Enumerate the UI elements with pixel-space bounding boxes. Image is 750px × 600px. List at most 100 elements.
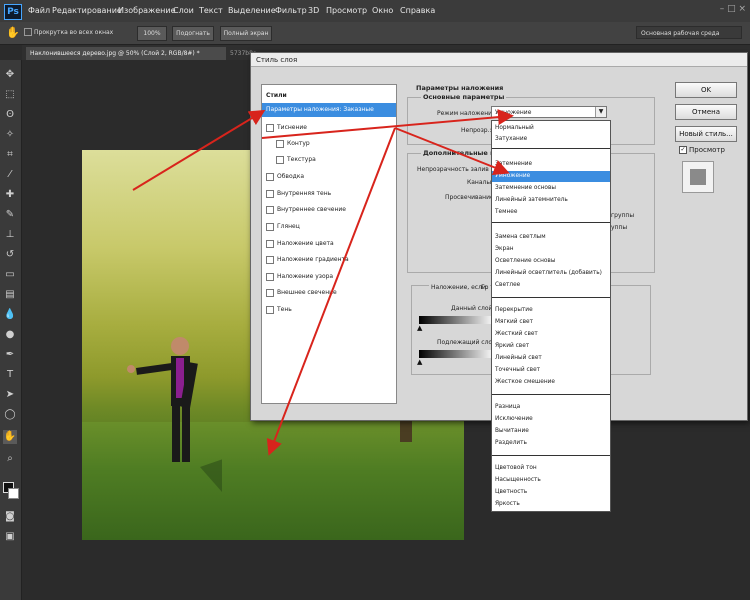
- ok-button[interactable]: OK: [675, 82, 737, 98]
- blend-option[interactable]: Линейный затемнитель: [492, 195, 610, 206]
- blend-if-value[interactable]: Гр: [481, 284, 488, 291]
- shape-tool-icon[interactable]: ◯: [3, 408, 17, 422]
- blend-option[interactable]: Вычитание: [492, 426, 610, 437]
- blend-option[interactable]: Цветность: [492, 487, 610, 498]
- checkbox[interactable]: [266, 288, 274, 297]
- new-style-button[interactable]: Новый стиль...: [675, 126, 737, 142]
- move-tool-icon[interactable]: ✥: [3, 68, 17, 82]
- style-stroke[interactable]: Обводка: [262, 170, 396, 184]
- blend-option[interactable]: Мягкий свет: [492, 317, 610, 328]
- workspace-select[interactable]: Основная рабочая среда: [636, 26, 742, 39]
- tab-document-1[interactable]: Наклонившееся дерево.jpg @ 50% (Слой 2, …: [26, 47, 226, 60]
- blend-option[interactable]: Затемнение основы: [492, 183, 610, 194]
- blend-option[interactable]: Темнее: [492, 207, 610, 218]
- blend-option[interactable]: Насыщенность: [492, 475, 610, 486]
- style-bevel[interactable]: Тиснение: [262, 121, 396, 135]
- checkbox[interactable]: [266, 305, 274, 314]
- menu-edit[interactable]: Редактирование: [52, 6, 122, 15]
- style-pattern-overlay[interactable]: Наложение узора: [262, 270, 396, 284]
- style-color-overlay[interactable]: Наложение цвета: [262, 237, 396, 251]
- zoom-tool-icon[interactable]: ⌕: [3, 452, 17, 466]
- menu-select[interactable]: Выделение: [228, 6, 276, 15]
- checkbox[interactable]: [276, 155, 284, 164]
- underlying-layer-gradient-slider[interactable]: [419, 350, 495, 358]
- menu-3d[interactable]: 3D: [308, 6, 319, 15]
- blend-group-option-2[interactable]: уппы: [611, 224, 627, 231]
- history-brush-icon[interactable]: ↺: [3, 248, 17, 262]
- quick-mask-icon[interactable]: ◙: [3, 510, 17, 524]
- slider-handle-icon[interactable]: ▲: [417, 358, 422, 366]
- checkbox[interactable]: [266, 239, 274, 248]
- blend-option[interactable]: Осветление основы: [492, 256, 610, 267]
- gradient-tool-icon[interactable]: ▤: [3, 288, 17, 302]
- blend-option[interactable]: Линейный осветлитель (добавить): [492, 268, 610, 279]
- menu-image[interactable]: Изображение: [118, 6, 176, 15]
- style-satin[interactable]: Глянец: [262, 220, 396, 234]
- blend-group-option-1[interactable]: группы: [611, 212, 634, 219]
- blend-option[interactable]: Замена светлым: [492, 232, 610, 243]
- blend-option[interactable]: Затухание: [492, 134, 610, 145]
- blend-mode-select[interactable]: Умножение ▼: [491, 106, 607, 118]
- background-color-swatch[interactable]: [8, 488, 19, 499]
- blend-option[interactable]: Разница: [492, 402, 610, 413]
- preview-checkbox[interactable]: ✓: [679, 146, 687, 154]
- checkbox[interactable]: [266, 123, 274, 132]
- type-tool-icon[interactable]: T: [3, 368, 17, 382]
- menu-layers[interactable]: Слои: [173, 6, 194, 15]
- magic-wand-icon[interactable]: ✧: [3, 128, 17, 142]
- eyedropper-icon[interactable]: ⁄: [3, 168, 17, 182]
- brush-tool-icon[interactable]: ✎: [3, 208, 17, 222]
- blend-option[interactable]: Нормальный: [492, 123, 610, 134]
- blend-option[interactable]: Светлее: [492, 280, 610, 291]
- style-inner-shadow[interactable]: Внутренняя тень: [262, 187, 396, 201]
- style-drop-shadow[interactable]: Тень: [262, 303, 396, 317]
- slider-handle-icon[interactable]: ▲: [417, 324, 422, 332]
- cancel-button[interactable]: Отмена: [675, 104, 737, 120]
- menu-text[interactable]: Текст: [199, 6, 223, 15]
- style-inner-glow[interactable]: Внутреннее свечение: [262, 203, 396, 217]
- this-layer-gradient-slider[interactable]: [419, 316, 495, 324]
- healing-brush-icon[interactable]: ✚: [3, 188, 17, 202]
- blend-option[interactable]: Точечный свет: [492, 365, 610, 376]
- lasso-tool-icon[interactable]: ʘ: [3, 108, 17, 122]
- checkbox[interactable]: [266, 205, 274, 214]
- path-selection-icon[interactable]: ➤: [3, 388, 17, 402]
- scroll-all-checkbox[interactable]: [24, 28, 32, 36]
- blend-option[interactable]: Экран: [492, 244, 610, 255]
- style-outer-glow[interactable]: Внешнее свечение: [262, 286, 396, 300]
- style-contour[interactable]: Контур: [262, 137, 396, 151]
- menu-help[interactable]: Справка: [400, 6, 435, 15]
- checkbox[interactable]: [266, 255, 274, 264]
- style-blending-options[interactable]: Параметры наложения: Заказные: [262, 103, 396, 117]
- checkbox[interactable]: [266, 172, 274, 181]
- style-texture[interactable]: Текстура: [262, 153, 396, 167]
- blend-option-selected[interactable]: Умножение: [492, 171, 610, 182]
- blend-option[interactable]: Перекрытие: [492, 305, 610, 316]
- screen-mode-icon[interactable]: ▣: [3, 530, 17, 544]
- zoom-100-button[interactable]: 100%: [137, 26, 167, 41]
- crop-tool-icon[interactable]: ⌗: [3, 148, 17, 162]
- menu-window[interactable]: Окно: [372, 6, 393, 15]
- checkbox[interactable]: [276, 139, 284, 148]
- pen-tool-icon[interactable]: ✒: [3, 348, 17, 362]
- hand-tool-selected-icon[interactable]: ✋: [3, 430, 17, 444]
- clone-stamp-icon[interactable]: ⊥: [3, 228, 17, 242]
- blend-mode-dropdown[interactable]: Нормальный Затухание Затемнение Умножени…: [491, 120, 611, 512]
- eraser-tool-icon[interactable]: ▭: [3, 268, 17, 282]
- menu-file[interactable]: Файл: [28, 6, 50, 15]
- styles-header[interactable]: Стили: [262, 89, 396, 103]
- chevron-down-icon[interactable]: ▼: [595, 107, 606, 117]
- blend-option[interactable]: Жесткое смешение: [492, 377, 610, 388]
- dodge-tool-icon[interactable]: ●: [3, 328, 17, 342]
- blend-option[interactable]: Исключение: [492, 414, 610, 425]
- menu-filter[interactable]: Фильтр: [275, 6, 307, 15]
- menu-view[interactable]: Просмотр: [326, 6, 367, 15]
- blend-option[interactable]: Затемнение: [492, 159, 610, 170]
- blend-option[interactable]: Яркость: [492, 499, 610, 510]
- fullscreen-button[interactable]: Полный экран: [220, 26, 272, 41]
- blend-option[interactable]: Яркий свет: [492, 341, 610, 352]
- fit-screen-button[interactable]: Подогнать: [172, 26, 214, 41]
- blend-option[interactable]: Цветовой тон: [492, 463, 610, 474]
- style-gradient-overlay[interactable]: Наложение градиента: [262, 253, 396, 267]
- checkbox[interactable]: [266, 222, 274, 231]
